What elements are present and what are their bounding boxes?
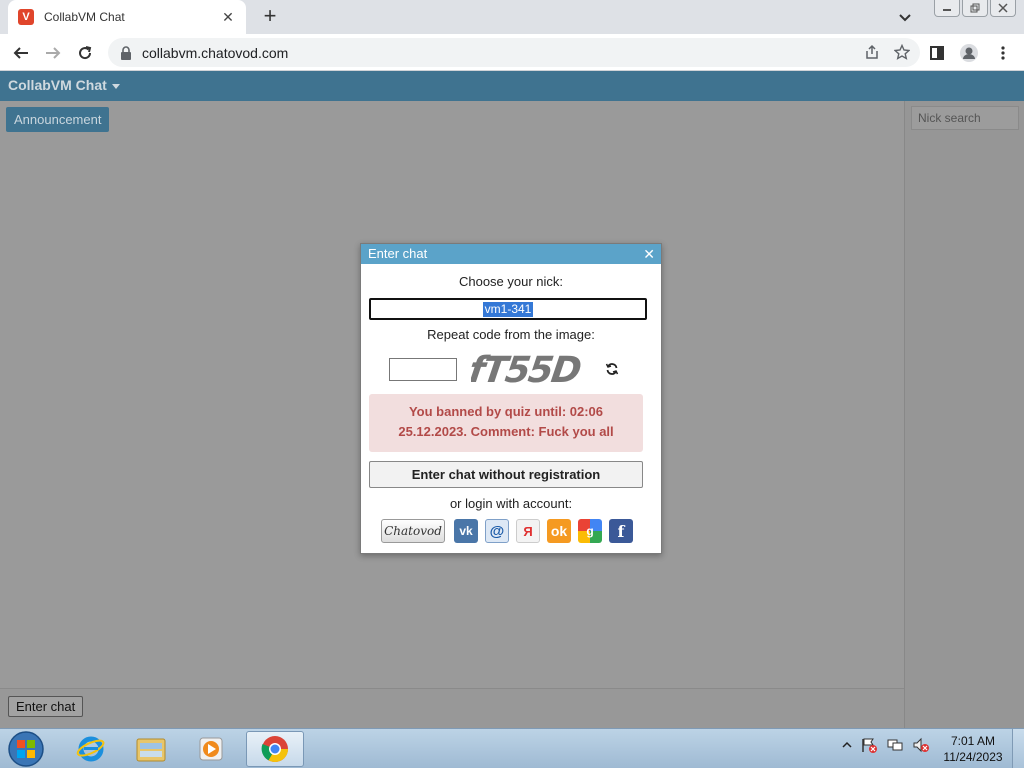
start-button[interactable] — [6, 730, 46, 768]
lock-icon[interactable] — [120, 45, 132, 60]
close-icon — [998, 3, 1008, 13]
profile-button[interactable] — [958, 42, 980, 64]
clock-time: 7:01 AM — [950, 734, 996, 748]
captcha-refresh-icon[interactable] — [605, 362, 619, 376]
app-header: CollabVM Chat — [0, 71, 1024, 101]
taskbar-internet-explorer[interactable] — [62, 731, 120, 767]
odnoklassniki-login-icon[interactable]: ok — [547, 519, 571, 543]
forward-button[interactable] — [42, 42, 64, 64]
show-desktop-button[interactable] — [1012, 729, 1024, 768]
yandex-login-icon[interactable]: Я — [516, 519, 540, 543]
windows-taskbar: 7:01 AM 11/24/2023 — [0, 728, 1024, 768]
media-player-icon — [199, 737, 223, 761]
dialog-header: Enter chat ✕ — [361, 244, 661, 264]
app-title: CollabVM Chat — [8, 77, 107, 93]
internet-explorer-icon — [76, 736, 105, 762]
facebook-login-icon[interactable]: f — [609, 519, 633, 543]
close-window-button[interactable] — [990, 0, 1016, 17]
taskbar-explorer[interactable] — [122, 731, 180, 767]
taskbar-media-player[interactable] — [182, 731, 240, 767]
side-panel-button[interactable] — [926, 42, 948, 64]
collabvm-favicon-icon: V — [18, 9, 34, 25]
user-list-panel: Nick search — [904, 101, 1024, 728]
network-icon[interactable] — [886, 737, 904, 753]
window-controls — [934, 0, 1016, 17]
folder-icon — [136, 738, 166, 762]
dialog-close-icon[interactable]: ✕ — [643, 244, 655, 264]
profile-avatar-icon — [960, 44, 978, 62]
volume-muted-icon[interactable] — [912, 737, 930, 753]
forward-arrow-icon — [46, 47, 61, 59]
minimize-icon — [943, 9, 951, 11]
action-center-flag-icon[interactable] — [860, 737, 878, 753]
google-login-icon[interactable]: g — [578, 519, 602, 543]
side-panel-icon — [930, 46, 944, 60]
taskbar-clock[interactable]: 7:01 AM 11/24/2023 — [940, 733, 1006, 765]
minimize-button[interactable] — [934, 0, 960, 17]
ban-error-alert: You banned by quiz until: 02:06 25.12.20… — [369, 394, 643, 452]
browser-toolbar: collabvm.chatovod.com — [0, 34, 1024, 71]
dialog-title: Enter chat — [368, 246, 428, 261]
new-tab-button[interactable]: + — [260, 5, 280, 28]
chrome-icon — [261, 736, 289, 763]
ban-error-line2: 25.12.2023. Comment: Fuck you all — [398, 424, 614, 439]
taskbar-chrome[interactable] — [246, 731, 304, 767]
nick-label: Choose your nick: — [458, 274, 564, 289]
restore-button[interactable] — [962, 0, 988, 17]
address-bar[interactable]: collabvm.chatovod.com — [108, 38, 920, 67]
url-text[interactable]: collabvm.chatovod.com — [142, 45, 288, 61]
mailru-login-icon[interactable]: @ — [485, 519, 509, 543]
reload-button[interactable] — [74, 42, 96, 64]
more-vert-icon — [1001, 46, 1005, 60]
captcha-image: fT55D — [471, 348, 584, 391]
browser-menu-button[interactable] — [992, 42, 1014, 64]
tab-close-icon[interactable]: ✕ — [220, 9, 236, 26]
back-arrow-icon — [13, 47, 28, 59]
browser-tabstrip: V CollabVM Chat ✕ + — [0, 0, 1024, 34]
reload-icon — [79, 46, 92, 60]
tray-expand-icon[interactable] — [842, 740, 852, 750]
tab-search-chevron-icon[interactable] — [896, 8, 914, 26]
chatovod-login-button[interactable]: Chatovod — [381, 519, 445, 543]
ban-error-line1: You banned by quiz until: 02:06 — [408, 404, 604, 419]
nick-search-input[interactable]: Nick search — [911, 106, 1019, 130]
enter-chat-dialog: Enter chat ✕ Choose your nick: vm1-341 R… — [360, 243, 662, 554]
back-button[interactable] — [10, 42, 32, 64]
nick-input-value[interactable]: vm1-341 — [482, 301, 534, 317]
restore-icon — [970, 3, 980, 13]
login-label: or login with account: — [449, 496, 573, 511]
announcement-tab[interactable]: Announcement — [6, 107, 110, 132]
message-bar: Enter chat — [0, 688, 904, 728]
share-icon[interactable] — [864, 44, 880, 60]
captcha-text: fT55D — [471, 348, 584, 391]
bookmark-star-icon[interactable] — [894, 44, 910, 60]
enter-chat-button[interactable]: Enter chat — [8, 696, 84, 717]
app-title-menu[interactable]: CollabVM Chat — [8, 77, 120, 93]
tab-title: CollabVM Chat — [44, 10, 125, 24]
caret-down-icon — [111, 83, 120, 89]
clock-date: 11/24/2023 — [943, 750, 1003, 764]
vk-login-icon[interactable]: vk — [454, 519, 478, 543]
social-login-row: Chatovod vk @ Я ok g f — [381, 519, 633, 543]
nick-input[interactable]: vm1-341 — [369, 298, 647, 320]
browser-tab[interactable]: V CollabVM Chat ✕ — [8, 0, 246, 34]
captcha-input[interactable] — [389, 358, 457, 381]
system-tray — [842, 737, 930, 753]
captcha-label: Repeat code from the image: — [427, 327, 595, 342]
enter-without-registration-button[interactable]: Enter chat without registration — [369, 461, 643, 488]
